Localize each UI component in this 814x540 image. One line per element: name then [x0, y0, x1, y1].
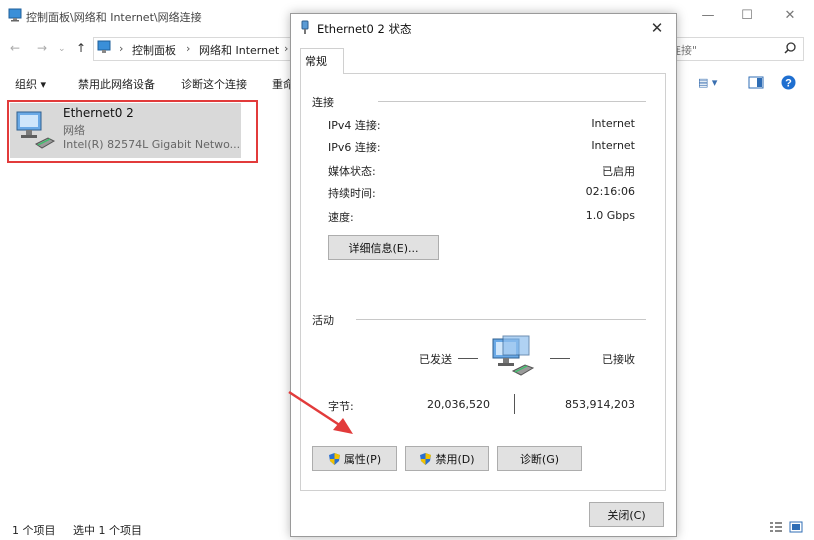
close-button-label: 关闭(C)	[607, 508, 646, 522]
bytes-sent-value: 20,036,520	[427, 398, 490, 411]
close-window-button[interactable]: ✕	[772, 4, 808, 28]
disable-button-label: 禁用(D)	[435, 452, 475, 466]
ipv6-label: IPv6 连接:	[328, 141, 381, 154]
diagnose-button[interactable]: 诊断(G)	[497, 446, 582, 471]
details-button-label: 详细信息(E)...	[348, 241, 419, 255]
speed-label: 速度:	[328, 211, 354, 224]
sent-label: 已发送	[419, 353, 452, 366]
help-icon[interactable]: ?	[781, 75, 796, 90]
activity-section-label: 活动	[312, 314, 334, 327]
uac-shield-icon	[328, 452, 340, 465]
dialog-close-icon[interactable]: ✕	[646, 17, 668, 39]
speed-value: 1.0 Gbps	[585, 209, 635, 222]
network-activity-icon	[492, 335, 535, 376]
control-panel-icon	[8, 8, 22, 22]
up-arrow-icon[interactable]: ↑	[76, 41, 86, 55]
breadcrumb-separator-icon: ›	[186, 42, 191, 55]
adapter-device: Intel(R) 82574L Gigabit Netwo...	[63, 138, 241, 151]
annotation-arrow-icon	[288, 390, 353, 434]
change-view-icon[interactable]: ▤ ▾	[698, 76, 717, 89]
large-icons-view-icon[interactable]	[789, 521, 803, 533]
media-state-value: 已启用	[602, 165, 635, 178]
maximize-button[interactable]: ☐	[729, 4, 765, 28]
disable-button[interactable]: 禁用(D)	[405, 446, 489, 471]
activity-divider	[356, 319, 646, 320]
disable-device-button[interactable]: 禁用此网络设备	[78, 76, 155, 92]
breadcrumb-separator-icon: ›	[119, 42, 124, 55]
adapter-name: Ethernet0 2	[63, 106, 134, 120]
diagnose-button-label: 诊断(G)	[519, 452, 560, 466]
minimize-button[interactable]: —	[690, 4, 726, 28]
breadcrumb-control-panel[interactable]: 控制面板	[132, 42, 176, 58]
diagnose-connection-button[interactable]: 诊断这个连接	[181, 76, 247, 92]
details-view-icon[interactable]	[769, 521, 783, 533]
received-label: 已接收	[602, 353, 635, 366]
breadcrumb-network-internet[interactable]: 网络和 Internet	[199, 42, 279, 58]
properties-button-label: 属性(P)	[343, 452, 382, 466]
bytes-divider	[514, 394, 515, 414]
tab-general-label: 常规	[305, 55, 327, 68]
organize-menu[interactable]: 组织 ▾	[15, 76, 46, 92]
back-arrow-icon[interactable]: ←	[10, 41, 20, 55]
control-panel-icon	[97, 40, 111, 53]
media-state-label: 媒体状态:	[328, 165, 376, 178]
connection-section-label: 连接	[312, 96, 334, 109]
bytes-received-value: 853,914,203	[565, 398, 635, 411]
properties-button[interactable]: 属性(P)	[312, 446, 397, 471]
preview-pane-icon[interactable]	[748, 76, 764, 89]
ipv4-label: IPv4 连接:	[328, 119, 381, 132]
uac-shield-icon	[420, 452, 432, 465]
selected-count: 选中 1 个项目	[73, 524, 142, 537]
breadcrumb-separator-icon: ›	[284, 42, 289, 55]
forward-arrow-icon[interactable]: →	[37, 41, 47, 55]
sent-line	[458, 358, 478, 359]
network-plug-icon	[301, 20, 309, 34]
close-button[interactable]: 关闭(C)	[589, 502, 664, 527]
adapter-type: 网络	[63, 124, 85, 137]
recent-locations-icon[interactable]: ⌄	[58, 44, 66, 54]
item-count: 1 个项目	[12, 524, 56, 537]
window-title: 控制面板\网络和 Internet\网络连接	[26, 11, 202, 24]
details-button[interactable]: 详细信息(E)...	[328, 235, 439, 260]
search-icon[interactable]	[782, 40, 798, 56]
connection-divider	[378, 101, 646, 102]
ipv6-value: Internet	[591, 139, 635, 152]
ipv4-value: Internet	[591, 117, 635, 130]
duration-value: 02:16:06	[585, 185, 635, 198]
received-line	[550, 358, 570, 359]
dialog-title: Ethernet0 2 状态	[317, 22, 412, 36]
svg-text:?: ?	[785, 78, 792, 90]
network-adapter-icon	[16, 111, 56, 149]
duration-label: 持续时间:	[328, 187, 376, 200]
